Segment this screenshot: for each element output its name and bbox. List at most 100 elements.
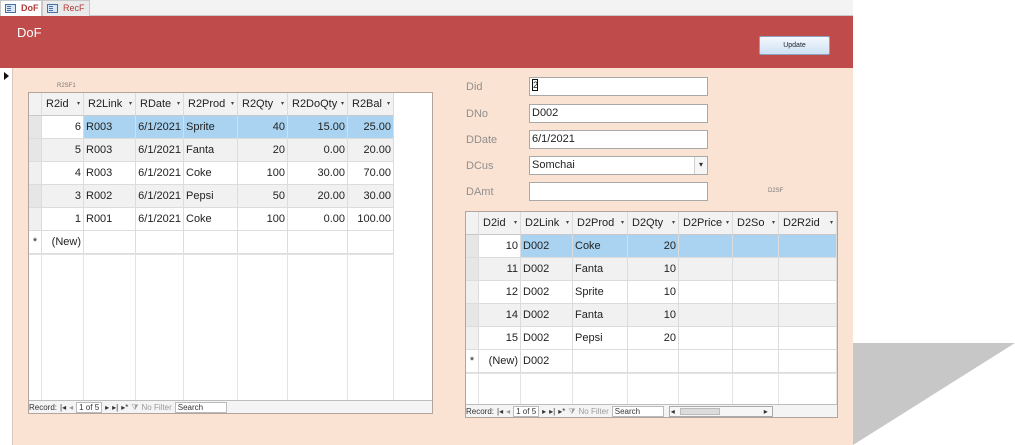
ddate-field[interactable]: 6/1/2021	[529, 130, 708, 149]
table-cell[interactable]: 20.00	[288, 185, 348, 208]
table-cell[interactable]: 10	[628, 304, 679, 327]
record-selector[interactable]	[0, 68, 13, 445]
scroll-left-icon[interactable]: ◂	[671, 405, 675, 417]
table-cell[interactable]: 30.00	[348, 185, 394, 208]
column-header[interactable]: D2R2id ▾	[779, 212, 837, 235]
row-selector[interactable]	[29, 162, 42, 185]
table-row[interactable]: 5 R003 6/1/2021 Fanta 20 0.00 20.00	[29, 139, 394, 162]
table-cell[interactable]: Coke	[184, 162, 238, 185]
sort-arrow-icon[interactable]: ▾	[672, 212, 675, 234]
table-cell[interactable]: 3	[42, 185, 84, 208]
sort-arrow-icon[interactable]: ▾	[514, 212, 517, 234]
sort-arrow-icon[interactable]: ▾	[726, 212, 729, 234]
table-cell[interactable]: 10	[628, 258, 679, 281]
table-cell[interactable]: Fanta	[573, 304, 628, 327]
table-cell[interactable]	[779, 304, 837, 327]
column-header[interactable]: D2Qty ▾	[628, 212, 679, 235]
table-cell[interactable]: 0.00	[288, 208, 348, 231]
table-cell[interactable]: 70.00	[348, 162, 394, 185]
search-box[interactable]: Search	[611, 406, 664, 417]
table-cell[interactable]	[184, 231, 238, 254]
column-header[interactable]: D2Prod ▾	[573, 212, 628, 235]
table-cell[interactable]: Coke	[184, 208, 238, 231]
table-cell[interactable]: 11	[479, 258, 521, 281]
column-header[interactable]: R2Prod ▾	[184, 93, 238, 116]
table-cell[interactable]	[573, 350, 628, 373]
table-cell[interactable]: 6/1/2021	[136, 185, 184, 208]
table-cell[interactable]: 5	[42, 139, 84, 162]
prev-record-icon[interactable]: ◂	[69, 401, 73, 413]
sort-arrow-icon[interactable]: ▾	[341, 93, 344, 115]
table-row[interactable]: 3 R002 6/1/2021 Pepsi 50 20.00 30.00	[29, 185, 394, 208]
table-cell[interactable]: D002	[521, 258, 573, 281]
d2sf-subform[interactable]: D2id ▾ D2Link ▾ D2Prod ▾ D2Qty ▾ D2Price ▾ D2So ▾ D2…	[465, 211, 838, 418]
table-cell[interactable]: D002	[521, 304, 573, 327]
table-cell[interactable]	[628, 350, 679, 373]
sort-arrow-icon[interactable]: ▾	[281, 93, 284, 115]
new-record-label[interactable]: (New)	[42, 231, 84, 254]
r2sf-subform[interactable]: R2id ▾ R2Link ▾ RDate ▾ R2Prod ▾ R2Qty ▾ R2DoQty ▾ R…	[28, 92, 433, 414]
prev-record-icon[interactable]: ◂	[506, 405, 510, 417]
row-selector[interactable]	[466, 235, 479, 258]
table-cell[interactable]: Pepsi	[184, 185, 238, 208]
table-row[interactable]: 1 R001 6/1/2021 Coke 100 0.00 100.00	[29, 208, 394, 231]
table-cell[interactable]: D002	[521, 350, 573, 373]
row-selector[interactable]	[29, 208, 42, 231]
tab-dof[interactable]: DoF	[0, 0, 42, 16]
new-record-icon[interactable]: ▸*	[558, 405, 565, 417]
table-cell[interactable]	[779, 258, 837, 281]
table-cell[interactable]: 6	[42, 116, 84, 139]
sort-arrow-icon[interactable]: ▾	[231, 93, 234, 115]
table-cell[interactable]: 12	[479, 281, 521, 304]
table-cell[interactable]: Sprite	[573, 281, 628, 304]
sort-arrow-icon[interactable]: ▾	[387, 93, 390, 115]
table-cell[interactable]: 25.00	[348, 116, 394, 139]
did-field[interactable]: 2	[529, 77, 708, 96]
row-selector[interactable]	[466, 327, 479, 350]
table-cell[interactable]	[779, 327, 837, 350]
update-button[interactable]: Update	[759, 36, 830, 55]
column-header[interactable]: R2DoQty ▾	[288, 93, 348, 116]
column-header[interactable]: D2Link ▾	[521, 212, 573, 235]
table-cell[interactable]: Fanta	[573, 258, 628, 281]
table-cell[interactable]	[733, 304, 779, 327]
table-row[interactable]: 6 R003 6/1/2021 Sprite 40 15.00 25.00	[29, 116, 394, 139]
row-selector[interactable]	[466, 258, 479, 281]
table-cell[interactable]: 30.00	[288, 162, 348, 185]
table-cell[interactable]: D002	[521, 235, 573, 258]
table-cell[interactable]	[348, 231, 394, 254]
first-record-icon[interactable]: |◂	[497, 405, 503, 417]
table-cell[interactable]: R002	[84, 185, 136, 208]
first-record-icon[interactable]: |◂	[60, 401, 66, 413]
table-cell[interactable]	[238, 231, 288, 254]
row-selector[interactable]	[29, 116, 42, 139]
table-row[interactable]: 4 R003 6/1/2021 Coke 100 30.00 70.00	[29, 162, 394, 185]
table-cell[interactable]	[733, 327, 779, 350]
table-cell[interactable]	[679, 281, 733, 304]
table-cell[interactable]: Coke	[573, 235, 628, 258]
table-cell[interactable]	[733, 281, 779, 304]
table-cell[interactable]	[679, 327, 733, 350]
table-cell[interactable]: 14	[479, 304, 521, 327]
table-cell[interactable]: Sprite	[184, 116, 238, 139]
column-header[interactable]: D2Price ▾	[679, 212, 733, 235]
filter-icon[interactable]: ⧩	[131, 401, 138, 413]
sort-arrow-icon[interactable]: ▾	[77, 93, 80, 115]
column-header[interactable]: R2Bal ▾	[348, 93, 394, 116]
table-cell[interactable]: 6/1/2021	[136, 116, 184, 139]
table-cell[interactable]	[679, 304, 733, 327]
table-cell[interactable]: Pepsi	[573, 327, 628, 350]
table-cell[interactable]: R003	[84, 139, 136, 162]
table-cell[interactable]: 15.00	[288, 116, 348, 139]
table-cell[interactable]: 20	[238, 139, 288, 162]
tab-recf[interactable]: RecF	[42, 0, 90, 16]
record-position-field[interactable]: 1 of 5	[513, 406, 540, 417]
table-row[interactable]: 15 D002 Pepsi 20	[466, 327, 837, 350]
row-selector[interactable]	[29, 185, 42, 208]
table-cell[interactable]	[84, 231, 136, 254]
table-cell[interactable]	[136, 231, 184, 254]
column-header[interactable]: R2id ▾	[42, 93, 84, 116]
last-record-icon[interactable]: ▸|	[112, 401, 118, 413]
filter-icon[interactable]: ⧩	[568, 405, 575, 417]
table-cell[interactable]: 20.00	[348, 139, 394, 162]
